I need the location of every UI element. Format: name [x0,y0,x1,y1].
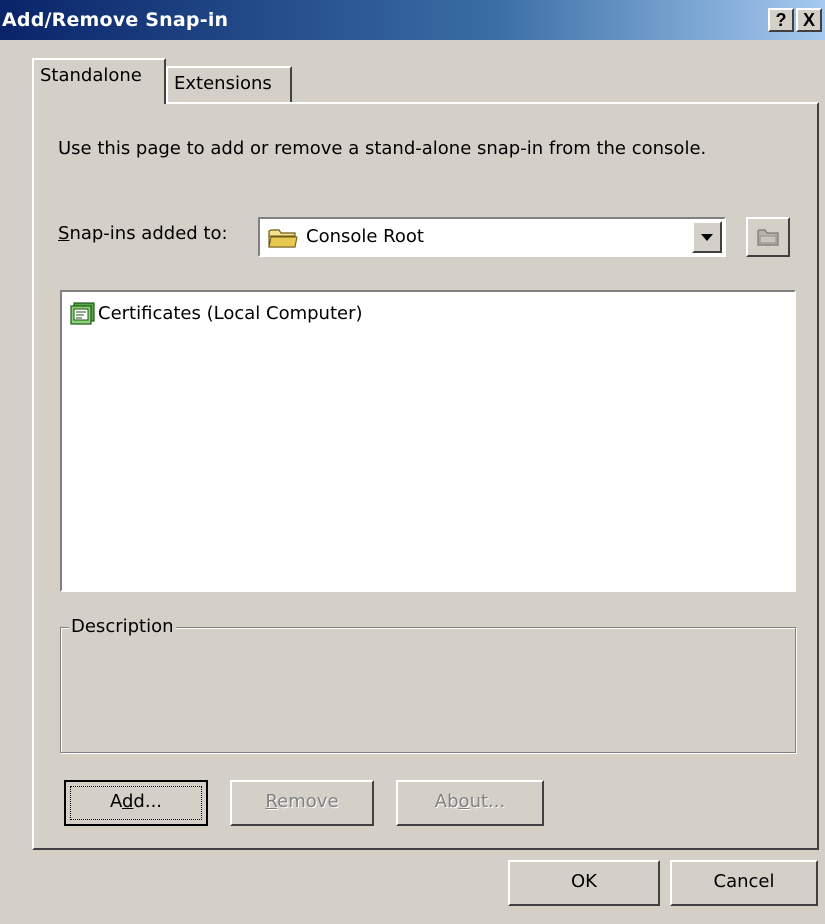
close-button[interactable]: X [796,8,822,32]
browse-folder-button[interactable] [746,217,790,257]
standalone-tab-page: Use this page to add or remove a stand-a… [32,102,819,850]
description-group: Description [60,616,796,753]
about-button[interactable]: About... [396,780,544,826]
about-label-post: ut... [469,791,506,812]
window-title: Add/Remove Snap-in [2,9,229,31]
list-item-label: Certificates (Local Computer) [98,303,363,324]
add-button-label: Add... [110,791,162,812]
remove-label-post: emove [277,791,339,812]
snapins-added-to-dropdown[interactable]: Console Root [258,217,726,257]
description-label: Description [69,616,176,637]
dropdown-value: Console Root [306,226,424,247]
snapins-label-text: nap-ins added to: [69,223,228,244]
add-label-post: d... [133,791,163,812]
snapins-added-to-label: Snap-ins added to: [58,223,228,244]
intro-text: Use this page to add or remove a stand-a… [58,138,707,159]
about-label-pre: Ab [434,791,459,812]
help-button[interactable]: ? [768,8,794,32]
tab-extensions[interactable]: Extensions [166,66,292,102]
add-button[interactable]: Add... [64,780,208,826]
snapins-label-mnemonic: S [58,223,70,244]
about-label-mnemonic: o [458,791,470,812]
ok-button[interactable]: OK [508,860,660,906]
remove-button[interactable]: Remove [230,780,374,826]
chevron-down-icon[interactable] [692,221,722,253]
tab-standalone[interactable]: Standalone [32,58,166,104]
add-label-pre: A [109,791,122,812]
add-label-mnemonic: d [121,791,134,812]
remove-label-mnemonic: R [265,791,278,812]
folder-up-icon [757,229,779,246]
cancel-button[interactable]: Cancel [670,860,818,906]
title-bar[interactable]: Add/Remove Snap-in ? X [0,0,825,40]
folder-icon [268,229,298,248]
snapins-list[interactable]: Certificates (Local Computer) [60,290,796,592]
certificate-snapin-icon [70,302,95,325]
